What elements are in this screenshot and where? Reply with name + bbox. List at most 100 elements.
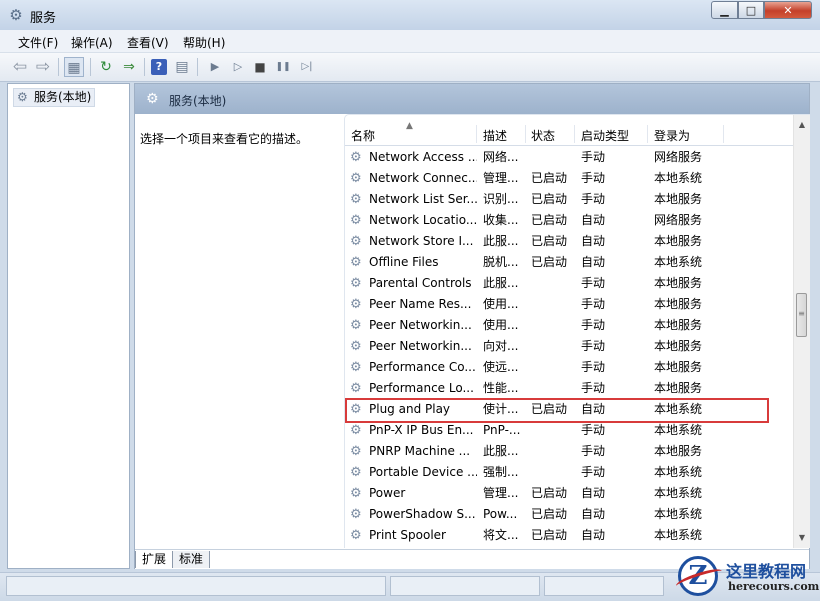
cell-startup-type: 自动 <box>581 255 606 269</box>
table-row[interactable]: ⚙ Peer Networkin... 向对... 手动 本地服务 <box>345 336 793 357</box>
table-row[interactable]: ⚙ Performance Lo... 性能... 手动 本地服务 <box>345 378 793 399</box>
forward-arrow-icon[interactable]: ⇨ <box>33 57 53 77</box>
maximize-button[interactable]: □ <box>738 1 764 19</box>
cell-logon-as: 本地系统 <box>654 171 703 185</box>
cell-description: 使用... <box>483 297 519 311</box>
pause-service-icon[interactable]: ❚❚ <box>273 57 293 77</box>
menu-file[interactable]: 文件(F) <box>18 34 58 51</box>
cell-name: Performance Co... <box>369 360 476 374</box>
cell-description: 管理... <box>483 486 519 500</box>
table-row[interactable]: ⚙ Peer Networkin... 使用... 手动 本地服务 <box>345 315 793 336</box>
help-icon[interactable]: ? <box>151 59 167 75</box>
column-logon-as[interactable]: 登录为 <box>654 127 690 144</box>
minimize-button[interactable]: ▁ <box>711 1 738 19</box>
export-list-icon[interactable]: ⇒ <box>119 57 139 77</box>
cell-startup-type: 自动 <box>581 486 606 500</box>
start-service-alt-icon[interactable]: ▷ <box>228 57 248 77</box>
service-gear-icon: ⚙ <box>350 192 362 207</box>
menu-view[interactable]: 查看(V) <box>127 34 169 51</box>
cell-description: 将文... <box>483 528 519 542</box>
table-row[interactable]: ⚙ PowerShadow S... Pow... 已启动 自动 本地系统 <box>345 504 793 525</box>
table-row[interactable]: ⚙ Network Access ... 网络... 手动 网络服务 <box>345 147 793 168</box>
table-row[interactable]: ⚙ Network Connec... 管理... 已启动 手动 本地系统 <box>345 168 793 189</box>
resume-service-icon[interactable]: ▷| <box>297 57 317 77</box>
table-row[interactable]: ⚙ PNRP Machine ... 此服... 手动 本地服务 <box>345 441 793 462</box>
table-row[interactable]: ⚙ Power 管理... 已启动 自动 本地系统 <box>345 483 793 504</box>
scroll-up-icon[interactable]: ▲ <box>794 117 810 133</box>
cell-description: 管理... <box>483 171 519 185</box>
tree-item-services-local[interactable]: ⚙ 服务(本地) <box>13 88 96 107</box>
start-service-icon[interactable]: ▶ <box>205 57 225 77</box>
status-field <box>390 576 540 596</box>
column-separator[interactable] <box>723 125 724 143</box>
description-text: 选择一个项目来查看它的描述。 <box>140 132 309 146</box>
table-row[interactable]: ⚙ Print Spooler 将文... 已启动 自动 本地系统 <box>345 525 793 546</box>
tab-standard[interactable]: 标准 <box>173 551 211 568</box>
column-description[interactable]: 描述 <box>483 127 507 144</box>
service-gear-icon: ⚙ <box>350 423 362 438</box>
cell-status: 已启动 <box>531 486 568 500</box>
table-row[interactable]: ⚙ Performance Co... 使远... 手动 本地服务 <box>345 357 793 378</box>
table-row[interactable]: ⚙ Portable Device ... 强制... 手动 本地系统 <box>345 462 793 483</box>
table-row[interactable]: ⚙ Network List Ser... 识别... 已启动 手动 本地服务 <box>345 189 793 210</box>
cell-name: Peer Networkin... <box>369 318 472 332</box>
table-row[interactable]: ⚙ Parental Controls 此服... 手动 本地服务 <box>345 273 793 294</box>
stop-service-icon[interactable]: ■ <box>250 57 270 77</box>
table-row[interactable]: ⚙ Network Locatio... 收集... 已启动 自动 网络服务 <box>345 210 793 231</box>
scroll-thumb[interactable]: ≡ <box>796 293 807 337</box>
toolbar-separator <box>197 58 198 76</box>
close-button[interactable]: ✕ <box>764 1 812 19</box>
window-title: 服务 <box>30 11 57 26</box>
cell-description: PnP-... <box>483 423 521 437</box>
cell-name: Network Access ... <box>369 150 477 164</box>
cell-startup-type: 手动 <box>581 423 606 437</box>
pane-header-title: 服务(本地) <box>169 94 227 108</box>
table-row[interactable]: ⚙ Offline Files 脱机... 已启动 自动 本地系统 <box>345 252 793 273</box>
cell-description: 使用... <box>483 318 519 332</box>
vertical-scrollbar[interactable]: ▲ ≡ ▼ <box>793 115 810 548</box>
service-gear-icon: ⚙ <box>350 528 362 543</box>
properties-icon[interactable]: ▤ <box>172 57 192 77</box>
cell-startup-type: 自动 <box>581 528 606 542</box>
cell-startup-type: 手动 <box>581 444 606 458</box>
cell-startup-type: 手动 <box>581 318 606 332</box>
cell-status: 已启动 <box>531 528 568 542</box>
column-separator[interactable] <box>476 125 477 143</box>
menu-help[interactable]: 帮助(H) <box>183 34 225 51</box>
sort-ascending-icon: ▲ <box>406 121 413 131</box>
cell-startup-type: 手动 <box>581 192 606 206</box>
console-tree: ⚙ 服务(本地) <box>7 83 130 569</box>
column-status[interactable]: 状态 <box>531 127 555 144</box>
tree-item-label: 服务(本地) <box>34 90 92 104</box>
cell-startup-type: 手动 <box>581 381 606 395</box>
cell-description: 此服... <box>483 276 519 290</box>
table-row[interactable]: ⚙ Peer Name Res... 使用... 手动 本地服务 <box>345 294 793 315</box>
back-arrow-icon[interactable]: ⇦ <box>10 57 30 77</box>
scroll-down-icon[interactable]: ▼ <box>794 530 810 546</box>
cell-logon-as: 本地服务 <box>654 360 703 374</box>
table-row[interactable]: ⚙ Network Store I... 此服... 已启动 自动 本地服务 <box>345 231 793 252</box>
cell-logon-as: 网络服务 <box>654 213 703 227</box>
column-startup-type[interactable]: 启动类型 <box>581 127 629 144</box>
cell-name: Network Connec... <box>369 171 477 185</box>
service-gear-icon: ⚙ <box>350 297 362 312</box>
column-separator[interactable] <box>647 125 648 143</box>
cell-description: Pow... <box>483 507 518 521</box>
refresh-icon[interactable]: ↻ <box>96 57 116 77</box>
service-gear-icon: ⚙ <box>350 318 362 333</box>
gear-icon: ⚙ <box>17 90 28 104</box>
menu-action[interactable]: 操作(A) <box>71 34 113 51</box>
console-tree-icon[interactable]: ▦ <box>64 57 84 77</box>
logo-title: 这里教程网 <box>726 562 807 581</box>
cell-logon-as: 本地服务 <box>654 339 703 353</box>
tab-extended[interactable]: 扩展 <box>135 551 174 568</box>
cell-logon-as: 本地服务 <box>654 444 703 458</box>
cell-status: 已启动 <box>531 234 568 248</box>
cell-name: Portable Device ... <box>369 465 477 479</box>
column-name[interactable]: 名称 <box>351 127 375 144</box>
column-separator[interactable] <box>525 125 526 143</box>
table-row[interactable]: ⚙ PnP-X IP Bus En... PnP-... 手动 本地系统 <box>345 420 793 441</box>
column-separator[interactable] <box>574 125 575 143</box>
cell-name: PowerShadow S... <box>369 507 476 521</box>
cell-description: 脱机... <box>483 255 519 269</box>
